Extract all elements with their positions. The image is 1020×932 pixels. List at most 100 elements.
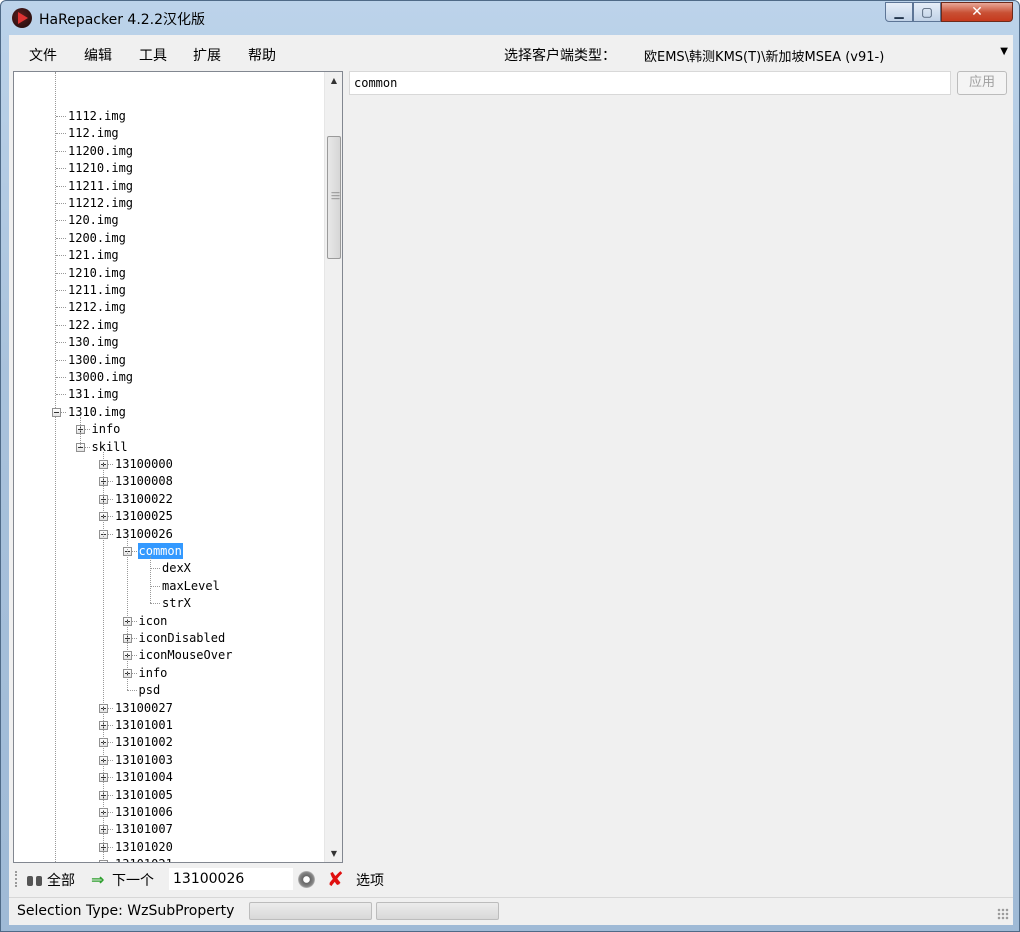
tree-node[interactable]: iconDisabled [138,630,227,646]
tree-node[interactable]: psd [138,682,162,698]
tree-node[interactable]: iconMouseOver [138,647,234,663]
tree-node[interactable]: 13101001 [114,717,174,733]
tree-guide-line [79,416,81,447]
search-input[interactable]: 13100026 [169,868,293,890]
gear-icon[interactable] [298,871,315,888]
tree-connector [56,342,66,344]
scroll-thumb[interactable]: — — — [327,136,341,259]
wz-tree-view[interactable]: 1112.img 112.img 11200.img 11210.img 11211.i… [13,71,343,863]
tree-guide-line [103,451,104,862]
toolbar-grip[interactable] [15,871,20,887]
tree-node[interactable]: maxLevel [161,578,221,594]
title-bar[interactable]: HaRepacker 4.2.2汉化版 ▁ ▢ ✕ [1,1,1019,35]
tree-node[interactable]: strX [161,595,192,611]
tree-connector [56,116,66,117]
tree-node[interactable]: 13101020 [114,839,174,855]
menu-extensions[interactable]: 扩展 [193,45,221,65]
tree-connector [56,307,66,309]
tree-node[interactable]: 1310.img [67,404,127,420]
menu-edit[interactable]: 编辑 [84,45,112,65]
menu-file[interactable]: 文件 [29,45,57,65]
client-type-value: 欧EMS\韩测KMS(T)\新加坡MSEA (v91-) [644,50,885,65]
minimize-button[interactable]: ▁ [885,2,913,22]
tree-node[interactable]: 11210.img [67,160,134,176]
tree-node[interactable]: 122.img [67,317,120,333]
tree-node[interactable]: skill [91,439,129,455]
tree-node[interactable]: 121.img [67,247,120,263]
menu-tools[interactable]: 工具 [139,45,167,65]
tree-node[interactable]: 13100022 [114,491,174,507]
tree-node[interactable]: 13101003 [114,752,174,768]
tree-node[interactable]: 112.img [67,125,120,141]
tree-node[interactable]: 13101021 [114,856,174,862]
apply-button[interactable]: 应用 [957,71,1007,95]
tree-node[interactable]: 130.img [67,334,120,350]
tree-node[interactable]: 13100000 [114,456,174,472]
tree-connector [56,185,66,187]
tree-node[interactable]: 13100027 [114,700,174,716]
tree-node[interactable]: 131.img [67,386,120,402]
next-arrow-icon[interactable]: ⇒ [91,870,104,889]
main-window: HaRepacker 4.2.2汉化版 ▁ ▢ ✕ 文件 编辑 工具 扩展 帮助… [0,0,1020,932]
tree-node[interactable]: 11200.img [67,143,134,159]
tree-node[interactable]: 13101006 [114,804,174,820]
progress-bar-1 [249,902,372,920]
tree-connector [56,359,66,361]
tree-connector [56,272,66,274]
tree-node[interactable]: dexX [161,560,192,576]
tree-node[interactable]: 13101005 [114,787,174,803]
tree-connector [126,690,137,692]
progress-bar-2 [376,902,499,920]
tree-connector [56,203,66,204]
dropdown-arrow-icon[interactable]: ▼ [1000,46,1008,57]
tree-node[interactable]: info [138,665,169,681]
close-search-icon[interactable]: ✘ [327,867,344,891]
tree-node-selected[interactable]: common [137,543,183,559]
tree-node[interactable]: 1200.img [67,230,127,246]
tree-node[interactable]: 13000.img [67,369,134,385]
tree-connector [56,220,66,222]
tree-node[interactable]: 1300.img [67,352,127,368]
menu-bar: 文件 编辑 工具 扩展 帮助 选择客户端类型： 欧EMS\韩测KMS(T)\新加… [9,35,1013,69]
tree-node[interactable]: 13101002 [114,734,174,750]
search-all-button[interactable]: 全部 [47,870,75,890]
scroll-down-icon[interactable]: ▼ [325,845,342,862]
tree-connector [56,150,66,152]
resize-grip-icon[interactable] [997,908,1009,920]
app-logo-icon[interactable] [12,8,32,28]
window-title: HaRepacker 4.2.2汉化版 [39,12,206,28]
tree-connector [56,237,66,239]
close-button[interactable]: ✕ [941,2,1013,22]
menu-help[interactable]: 帮助 [248,45,276,65]
tree-node[interactable]: 11211.img [67,178,134,194]
tree-node[interactable]: 13101004 [114,769,174,785]
tree-node[interactable]: 11212.img [67,195,134,211]
tree-connector [56,377,66,378]
tree-node[interactable]: 1211.img [67,282,127,298]
tree-content: 1112.img 112.img 11200.img 11210.img 11211.i… [14,72,324,862]
tree-node[interactable]: 13101007 [114,821,174,837]
tree-node[interactable]: 13100008 [114,473,174,489]
tree-node[interactable]: 13100025 [114,508,174,524]
tree-connector [56,324,66,326]
tree-connector [56,255,66,257]
tree-connector [150,568,160,570]
selection-type-status: Selection Type: WzSubProperty [17,903,235,919]
scroll-up-icon[interactable]: ▲ [325,72,342,89]
tree-node[interactable]: 120.img [67,212,120,228]
tree-node[interactable]: 1212.img [67,299,127,315]
tree-node[interactable]: 1112.img [67,108,127,124]
tree-node[interactable]: 13100026 [114,526,174,542]
client-type-select[interactable]: 欧EMS\韩测KMS(T)\新加坡MSEA (v91-) ▼ [637,40,1011,66]
search-options-button[interactable]: 选项 [356,870,384,890]
tree-node[interactable]: icon [138,613,169,629]
binoculars-icon[interactable] [27,872,43,886]
maximize-button[interactable]: ▢ [913,2,941,22]
collapse-icon[interactable] [52,407,61,417]
client-type-label: 选择客户端类型： [504,48,616,64]
tree-scrollbar[interactable]: ▲ — — — ▼ [324,72,342,862]
search-next-button[interactable]: 下一个 [112,870,154,890]
node-name-field[interactable]: common [349,71,951,95]
tree-node[interactable]: info [91,421,122,437]
tree-node[interactable]: 1210.img [67,265,127,281]
